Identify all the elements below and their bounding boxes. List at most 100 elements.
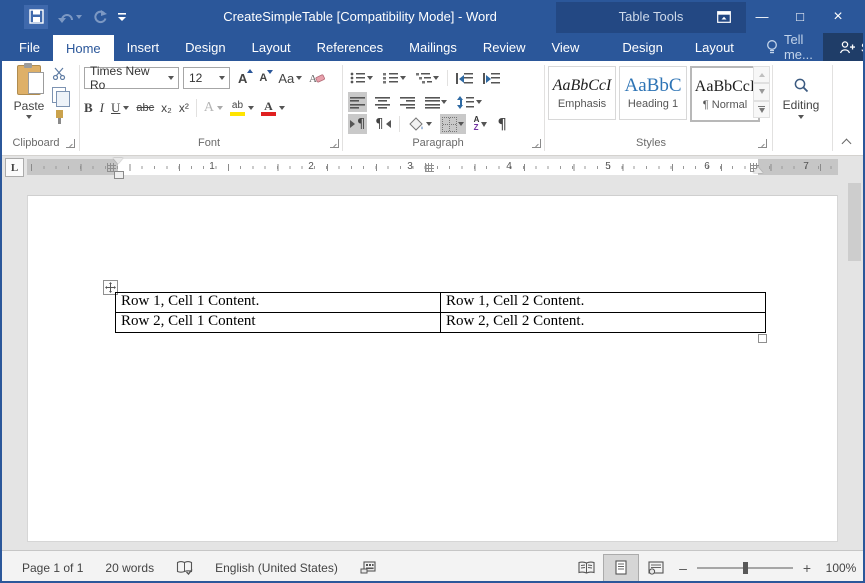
text-effects-dropdown-icon[interactable] (217, 106, 223, 110)
multilevel-list-button[interactable] (414, 68, 441, 88)
zoom-slider-thumb[interactable] (743, 562, 748, 574)
ribbon-display-options-button[interactable] (705, 0, 743, 33)
style-emphasis[interactable]: AaBbCcI Emphasis (548, 66, 616, 120)
tab-home[interactable]: Home (53, 35, 114, 61)
customize-qat-button[interactable] (117, 12, 127, 22)
tab-design[interactable]: Design (172, 33, 238, 61)
styles-scroll-down-button[interactable] (753, 83, 770, 100)
copy-icon[interactable] (52, 87, 66, 103)
change-case-button[interactable]: Aa (275, 71, 305, 86)
line-spacing-button[interactable] (455, 92, 484, 112)
tab-selector-button[interactable]: L (5, 158, 24, 177)
font-size-combobox[interactable]: 12 (183, 67, 230, 89)
tab-layout[interactable]: Layout (239, 33, 304, 61)
styles-more-button[interactable] (753, 101, 770, 118)
redo-button[interactable] (92, 9, 107, 24)
sort-button[interactable]: AZ (472, 114, 490, 134)
style-normal[interactable]: AaBbCcI ¶ Normal (690, 66, 760, 122)
grow-font-button[interactable]: A (234, 71, 251, 86)
underline-button[interactable]: U (111, 100, 120, 116)
editing-dropdown-icon[interactable] (798, 115, 804, 119)
ltr-text-direction-button[interactable]: ¶ (348, 114, 367, 134)
right-indent-marker[interactable] (753, 167, 763, 173)
read-mode-button[interactable] (569, 555, 603, 581)
table-column-marker[interactable] (425, 163, 434, 172)
word-count-status[interactable]: 20 words (105, 561, 154, 575)
font-name-combobox[interactable]: Times New Ro (84, 67, 179, 89)
font-color-button[interactable]: A (261, 101, 276, 116)
document-page[interactable]: Row 1, Cell 1 Content. Row 1, Cell 2 Con… (27, 195, 838, 542)
style-heading1[interactable]: AaBbC Heading 1 (619, 66, 687, 120)
tab-table-layout[interactable]: Layout (679, 33, 750, 61)
highlight-dropdown-icon[interactable] (248, 106, 254, 110)
underline-dropdown-icon[interactable] (123, 106, 129, 110)
zoom-slider[interactable] (697, 567, 793, 569)
align-left-button[interactable] (348, 92, 367, 112)
first-line-indent-marker[interactable] (113, 158, 123, 164)
tab-file[interactable]: File (6, 33, 53, 61)
align-center-button[interactable] (373, 92, 392, 112)
page-number-status[interactable]: Page 1 of 1 (22, 561, 83, 575)
share-button[interactable]: Share (823, 33, 865, 61)
shading-button[interactable] (406, 114, 434, 134)
tab-review[interactable]: Review (470, 33, 539, 61)
decrease-indent-button[interactable] (454, 68, 475, 88)
maximize-button[interactable]: □ (781, 0, 819, 33)
text-effects-button[interactable]: A (204, 100, 214, 116)
tab-mailings[interactable]: Mailings (396, 33, 470, 61)
zoom-out-button[interactable]: – (673, 560, 693, 576)
increase-indent-button[interactable] (481, 68, 502, 88)
horizontal-ruler[interactable]: 1 2 3 4 5 6 7 (27, 155, 838, 179)
subscript-button[interactable]: x₂ (161, 101, 172, 115)
print-layout-button[interactable] (603, 554, 639, 582)
table-cell[interactable]: Row 1, Cell 1 Content. (116, 293, 441, 313)
align-right-button[interactable] (398, 92, 417, 112)
undo-dropdown-icon[interactable] (76, 15, 82, 19)
cut-icon[interactable] (52, 67, 66, 80)
proofing-status-icon[interactable] (176, 560, 193, 575)
numbering-button[interactable] (381, 68, 408, 88)
superscript-button[interactable]: x² (179, 101, 189, 115)
font-size-dropdown-icon[interactable] (219, 76, 225, 80)
borders-button[interactable] (440, 114, 466, 134)
language-status[interactable]: English (United States) (215, 561, 338, 575)
left-indent-marker[interactable] (114, 171, 124, 179)
zoom-level[interactable]: 100% (817, 561, 865, 575)
rtl-text-direction-button[interactable]: ¶ (373, 114, 392, 134)
web-layout-button[interactable] (639, 555, 673, 581)
font-name-dropdown-icon[interactable] (168, 76, 174, 80)
collapse-ribbon-button[interactable] (842, 137, 852, 147)
bold-button[interactable]: B (84, 100, 93, 116)
styles-dialog-launcher[interactable] (758, 139, 767, 148)
table-cell[interactable]: Row 2, Cell 2 Content. (441, 313, 766, 333)
undo-button[interactable] (58, 10, 82, 24)
format-painter-icon[interactable] (53, 110, 66, 124)
clipboard-dialog-launcher[interactable] (66, 139, 75, 148)
minimize-button[interactable]: — (743, 0, 781, 33)
paste-button[interactable]: Paste (8, 65, 50, 137)
paragraph-dialog-launcher[interactable] (532, 139, 541, 148)
tab-view[interactable]: View (538, 33, 592, 61)
document-table[interactable]: Row 1, Cell 1 Content. Row 1, Cell 2 Con… (115, 292, 766, 333)
macro-record-icon[interactable] (360, 561, 376, 574)
zoom-in-button[interactable]: + (797, 560, 817, 576)
paste-dropdown-icon[interactable] (26, 115, 32, 119)
font-color-dropdown-icon[interactable] (279, 106, 285, 110)
shrink-font-button[interactable]: A (255, 72, 271, 84)
justify-button[interactable] (423, 92, 449, 112)
table-cell[interactable]: Row 1, Cell 2 Content. (441, 293, 766, 313)
editing-button[interactable]: Editing (778, 65, 824, 131)
bullets-button[interactable] (348, 68, 375, 88)
save-button[interactable] (24, 5, 48, 29)
tab-table-design[interactable]: Design (606, 33, 678, 61)
tab-references[interactable]: References (304, 33, 396, 61)
text-highlight-button[interactable]: ab (230, 101, 245, 116)
tell-me-box[interactable]: Tell me... (756, 33, 823, 61)
strikethrough-button[interactable]: abc (136, 102, 154, 114)
show-hide-pilcrow-button[interactable]: ¶ (495, 114, 509, 134)
table-cell[interactable]: Row 2, Cell 1 Content (116, 313, 441, 333)
styles-scroll-up-button[interactable] (753, 66, 770, 83)
tab-insert[interactable]: Insert (114, 33, 173, 61)
clear-formatting-button[interactable]: A (309, 71, 325, 85)
table-resize-handle[interactable] (758, 334, 767, 343)
